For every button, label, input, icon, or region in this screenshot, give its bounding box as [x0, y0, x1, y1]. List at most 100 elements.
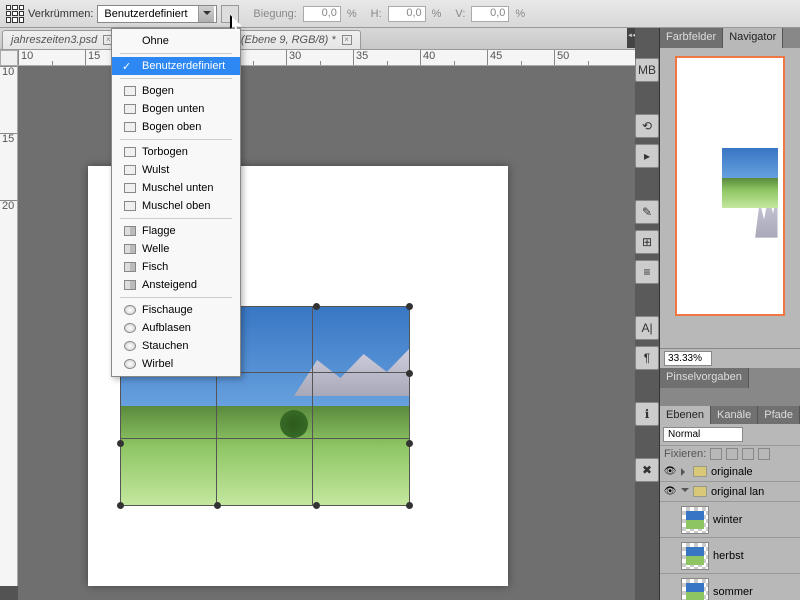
- bend-label: Biegung:: [253, 8, 296, 20]
- warp-shape-icon: [124, 262, 136, 272]
- warp-shape-icon: [124, 201, 136, 211]
- history-icon[interactable]: ⟲: [635, 114, 659, 138]
- layer-row[interactable]: originale: [660, 462, 800, 482]
- warp-shape-icon: [124, 323, 136, 333]
- layer-thumbnail[interactable]: [681, 578, 709, 600]
- visibility-icon[interactable]: [663, 465, 677, 479]
- disclosure-triangle-icon[interactable]: [681, 468, 689, 476]
- warp-shape-icon: [124, 244, 136, 254]
- menu-item[interactable]: Wulst: [112, 161, 240, 179]
- layer-row[interactable]: winter: [660, 502, 800, 538]
- ruler-origin[interactable]: [0, 50, 18, 66]
- visibility-icon[interactable]: [663, 549, 677, 563]
- lock-position-icon[interactable]: [742, 448, 754, 460]
- actions-icon[interactable]: ▸: [635, 144, 659, 168]
- lock-all-icon[interactable]: [758, 448, 770, 460]
- layer-name[interactable]: sommer: [713, 586, 753, 598]
- warp-shape-icon: [124, 226, 136, 236]
- menu-item[interactable]: Bogen unten: [112, 100, 240, 118]
- visibility-icon[interactable]: [663, 485, 677, 499]
- navigator-panel-tabs: Farbfelder Navigator: [660, 28, 800, 48]
- chevron-down-icon[interactable]: [198, 6, 214, 22]
- warp-shape-icon: [124, 86, 136, 96]
- cursor-icon: [230, 15, 244, 33]
- document-tab[interactable]: jahreszeiten3.psd×: [2, 30, 122, 49]
- h-label: H:: [371, 8, 382, 20]
- tab-layers[interactable]: Ebenen: [660, 406, 711, 424]
- zoom-input[interactable]: 33.33%: [664, 351, 712, 366]
- menu-item[interactable]: Bogen oben: [112, 118, 240, 136]
- tool-presets-icon[interactable]: ≡: [635, 260, 659, 284]
- menu-item[interactable]: Ohne: [112, 32, 240, 50]
- layer-name[interactable]: winter: [713, 514, 742, 526]
- warp-preset-menu: Ohne Benutzerdefiniert BogenBogen untenBog…: [111, 28, 241, 377]
- warp-handle[interactable]: [406, 502, 413, 509]
- disclosure-triangle-icon[interactable]: [681, 488, 689, 496]
- menu-item[interactable]: Fischauge: [112, 301, 240, 319]
- menu-item[interactable]: Bogen: [112, 82, 240, 100]
- warp-shape-icon: [124, 147, 136, 157]
- warp-handle[interactable]: [117, 502, 124, 509]
- menu-item[interactable]: Ansteigend: [112, 276, 240, 294]
- menu-item[interactable]: Flagge: [112, 222, 240, 240]
- menu-item[interactable]: Muschel unten: [112, 179, 240, 197]
- warp-handle[interactable]: [313, 502, 320, 509]
- menu-item[interactable]: Aufblasen: [112, 319, 240, 337]
- visibility-icon[interactable]: [663, 513, 677, 527]
- warp-shape-icon: [124, 104, 136, 114]
- lock-paint-icon[interactable]: [726, 448, 738, 460]
- navigator-thumb[interactable]: [675, 56, 785, 316]
- navigator-panel: [660, 48, 800, 348]
- options-toolbar: Verkrümmen: Benutzerdefiniert Biegung: 0…: [0, 0, 800, 28]
- layer-thumbnail[interactable]: [681, 542, 709, 570]
- warp-handle[interactable]: [214, 502, 221, 509]
- properties-icon[interactable]: ✖: [635, 458, 659, 482]
- tab-brush-presets[interactable]: Pinselvorgaben: [660, 368, 749, 388]
- layer-name[interactable]: herbst: [713, 550, 744, 562]
- menu-item[interactable]: Torbogen: [112, 143, 240, 161]
- h-input[interactable]: 0,0: [388, 6, 426, 22]
- menu-item[interactable]: Stauchen: [112, 337, 240, 355]
- warp-handle[interactable]: [406, 370, 413, 377]
- right-dock: MB ⟲ ▸ ✎ ⊞ ≡ A| ¶ ℹ ✖ Farbfelder Navigat…: [635, 28, 800, 600]
- warp-handle[interactable]: [117, 440, 124, 447]
- lock-transparency-icon[interactable]: [710, 448, 722, 460]
- menu-item[interactable]: Benutzerdefiniert: [112, 57, 240, 75]
- warp-shape-icon: [124, 165, 136, 175]
- tab-swatches[interactable]: Farbfelder: [660, 28, 723, 48]
- warp-handle[interactable]: [406, 440, 413, 447]
- menu-item[interactable]: Wirbel: [112, 355, 240, 373]
- menu-item[interactable]: Welle: [112, 240, 240, 258]
- warp-handle[interactable]: [406, 303, 413, 310]
- warp-preset-dropdown[interactable]: Benutzerdefiniert: [97, 5, 217, 23]
- collapse-icon[interactable]: [627, 28, 635, 48]
- layer-row[interactable]: herbst: [660, 538, 800, 574]
- tab-channels[interactable]: Kanäle: [711, 406, 758, 424]
- layer-row[interactable]: sommer: [660, 574, 800, 600]
- grid-icon[interactable]: [6, 5, 24, 23]
- close-icon[interactable]: ×: [342, 35, 352, 45]
- info-icon[interactable]: ℹ: [635, 402, 659, 426]
- folder-icon: [693, 466, 707, 477]
- tab-paths[interactable]: Pfade: [758, 406, 800, 424]
- bend-input[interactable]: 0,0: [303, 6, 341, 22]
- blend-mode-select[interactable]: Normal: [663, 427, 743, 442]
- menu-item[interactable]: Fisch: [112, 258, 240, 276]
- character-icon[interactable]: A|: [635, 316, 659, 340]
- clone-icon[interactable]: ⊞: [635, 230, 659, 254]
- warp-label: Verkrümmen:: [28, 8, 93, 20]
- ruler-vertical[interactable]: 101520: [0, 66, 18, 586]
- layer-name[interactable]: originale: [711, 466, 753, 478]
- layer-thumbnail[interactable]: [681, 506, 709, 534]
- brush-icon[interactable]: ✎: [635, 200, 659, 224]
- lock-label: Fixieren:: [664, 448, 706, 460]
- paragraph-icon[interactable]: ¶: [635, 346, 659, 370]
- mb-icon[interactable]: MB: [635, 58, 659, 82]
- v-input[interactable]: 0,0: [471, 6, 509, 22]
- layer-row[interactable]: original lan: [660, 482, 800, 502]
- visibility-icon[interactable]: [663, 585, 677, 599]
- tab-navigator[interactable]: Navigator: [723, 28, 783, 48]
- layer-name[interactable]: original lan: [711, 486, 764, 498]
- menu-item[interactable]: Muschel oben: [112, 197, 240, 215]
- tool-column: MB ⟲ ▸ ✎ ⊞ ≡ A| ¶ ℹ ✖: [635, 28, 660, 600]
